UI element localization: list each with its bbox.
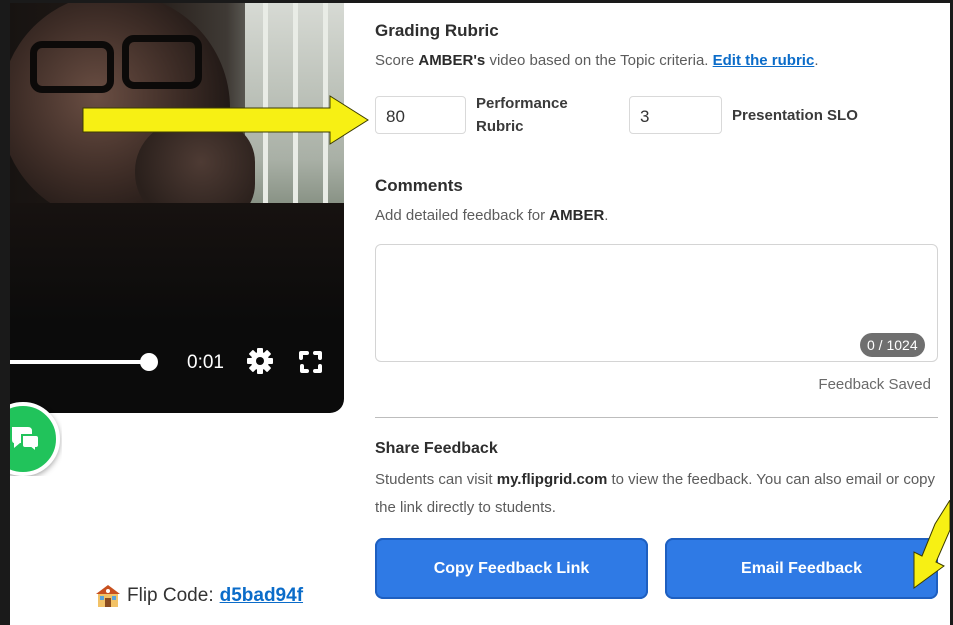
video-player[interactable]: 0:01	[10, 3, 344, 413]
performance-rubric-label: Performance Rubric	[476, 95, 568, 135]
student-name: AMBER	[549, 207, 605, 224]
presentation-slo-label: Presentation SLO	[732, 107, 858, 124]
section-divider	[375, 417, 938, 418]
character-counter: 0 / 1024	[860, 333, 925, 357]
fullscreen-icon[interactable]	[298, 349, 324, 375]
seek-bar[interactable]	[10, 360, 150, 364]
gear-icon[interactable]	[246, 347, 274, 375]
copy-feedback-link-button[interactable]: Copy Feedback Link	[375, 538, 648, 599]
presentation-slo-score-input[interactable]: 3	[629, 96, 722, 134]
window-frame-left	[0, 0, 10, 625]
comment-textarea[interactable]	[375, 244, 938, 362]
video-shadow	[10, 203, 344, 323]
share-feedback-description: Students can visit my.flipgrid.com to vi…	[375, 471, 936, 516]
school-house-icon	[96, 585, 120, 607]
email-feedback-button[interactable]: Email Feedback	[665, 538, 938, 599]
performance-rubric-score-input[interactable]: 80	[375, 96, 466, 134]
grading-rubric-title: Grading Rubric	[375, 21, 499, 40]
seek-knob[interactable]	[140, 353, 158, 371]
grading-rubric-description: Score AMBER's video based on the Topic c…	[375, 52, 819, 69]
flip-code-label: Flip Code:	[127, 585, 214, 606]
comment-bubble-button[interactable]	[10, 402, 62, 476]
chat-icon	[12, 427, 40, 455]
flip-code-link[interactable]: d5bad94f	[220, 585, 303, 607]
share-feedback-title: Share Feedback	[375, 440, 498, 457]
glasses-right	[122, 35, 202, 89]
comments-title: Comments	[375, 176, 463, 195]
arrow-annotation	[82, 95, 369, 145]
edit-rubric-link[interactable]: Edit the rubric	[713, 52, 815, 69]
comments-description: Add detailed feedback for AMBER.	[375, 207, 609, 224]
flipgrid-site: my.flipgrid.com	[496, 471, 608, 488]
student-name: AMBER's	[418, 52, 486, 69]
flip-code: Flip Code: d5bad94f	[95, 584, 303, 608]
arrow-annotation	[913, 500, 950, 589]
feedback-saved-status: Feedback Saved	[818, 376, 931, 393]
glasses-left	[30, 41, 114, 93]
video-time: 0:01	[187, 352, 224, 373]
